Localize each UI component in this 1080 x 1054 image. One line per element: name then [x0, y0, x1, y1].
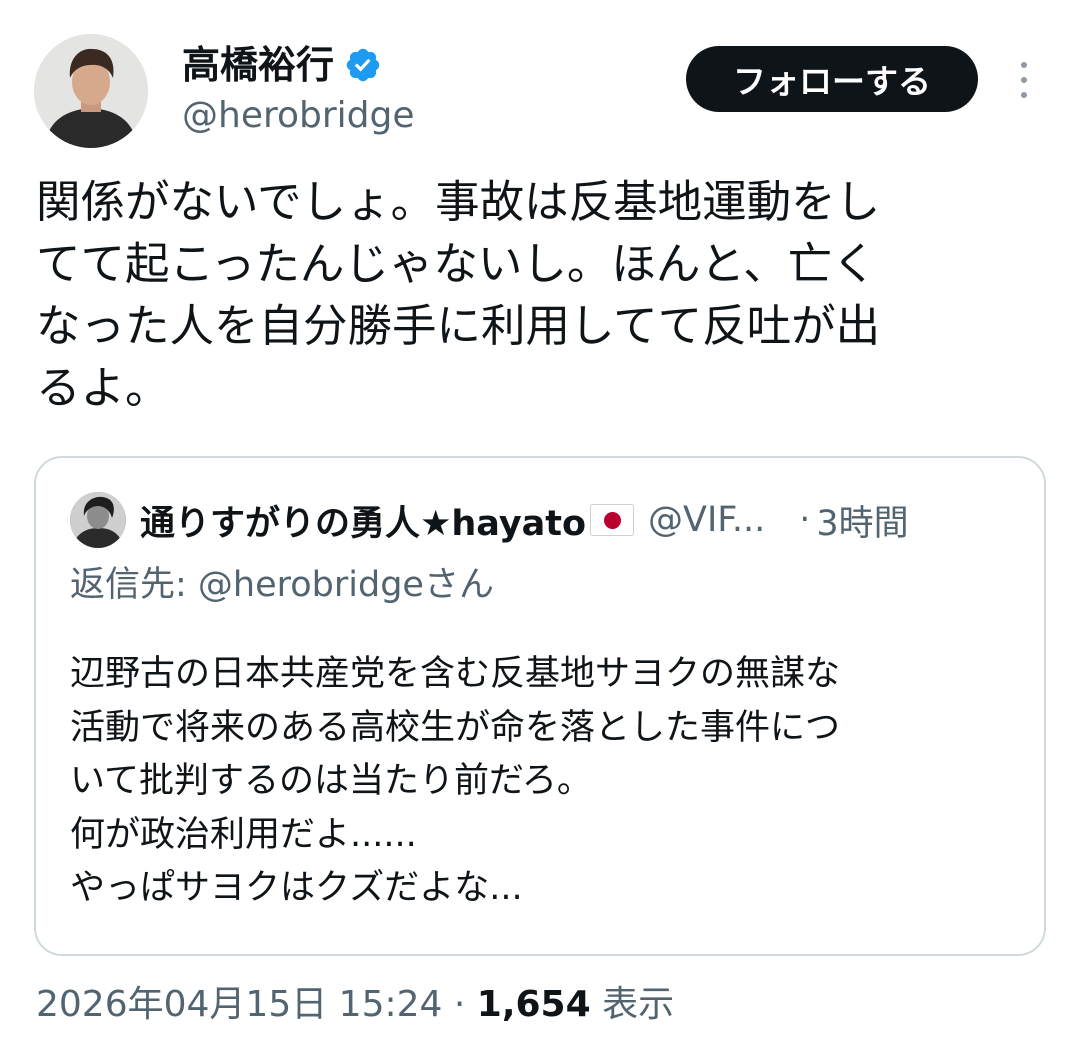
tweet-meta: 2026年04月15日 15:24 · 1,654 表示 — [36, 980, 674, 1030]
quote-author-handle[interactable]: @VIF... — [648, 500, 765, 540]
views-count: 1,654 — [476, 984, 591, 1025]
tweet-text: 関係がないでしょ。事故は反基地運動をし てて起こったんじゃないし。ほんと、亡く … — [36, 177, 881, 414]
views-label: 表示 — [590, 984, 675, 1025]
quote-timestamp[interactable]: 3時間 — [816, 495, 908, 546]
reply-to-line: 返信先: @herobridgeさん — [70, 562, 494, 608]
quote-header: 通りすがりの勇人★hayato @VIF... · 3時間 — [140, 492, 1020, 548]
author-name[interactable]: 高橋裕行 — [182, 40, 334, 90]
author-avatar[interactable] — [34, 34, 148, 148]
meta-separator: · — [442, 984, 477, 1025]
reply-mention-link[interactable]: @herobridgeさん — [198, 565, 494, 605]
more-dot — [1021, 92, 1027, 98]
more-dot — [1021, 62, 1027, 68]
quote-text: 辺野古の日本共産党を含む反基地サヨクの無謀な 活動で将来のある高校生が命を落とし… — [70, 654, 841, 908]
more-dot — [1021, 77, 1027, 83]
follow-button[interactable]: フォローする — [686, 46, 978, 112]
quote-author-name[interactable]: 通りすがりの勇人★hayato — [140, 495, 586, 546]
author-avatar-image — [34, 34, 148, 148]
tweet-timestamp[interactable]: 2026年04月15日 15:24 — [36, 984, 442, 1025]
quote-avatar-image — [70, 492, 126, 548]
quote-author-avatar[interactable] — [70, 492, 126, 548]
verified-badge-icon — [346, 48, 380, 82]
tweet-detail: 高橋裕行 @herobridge フォローする 関係がないでしょ。事故は反基地運… — [0, 0, 1080, 1054]
reply-prefix: 返信先: — [70, 565, 198, 605]
more-vertical-icon[interactable] — [1004, 58, 1044, 102]
author-handle[interactable]: @herobridge — [182, 92, 415, 140]
quote-separator: · — [799, 500, 811, 540]
author-name-row[interactable]: 高橋裕行 — [182, 40, 382, 90]
japan-flag-icon — [590, 504, 635, 536]
quoted-tweet-card[interactable]: 通りすがりの勇人★hayato @VIF... · 3時間 返信先: @hero… — [34, 456, 1046, 956]
